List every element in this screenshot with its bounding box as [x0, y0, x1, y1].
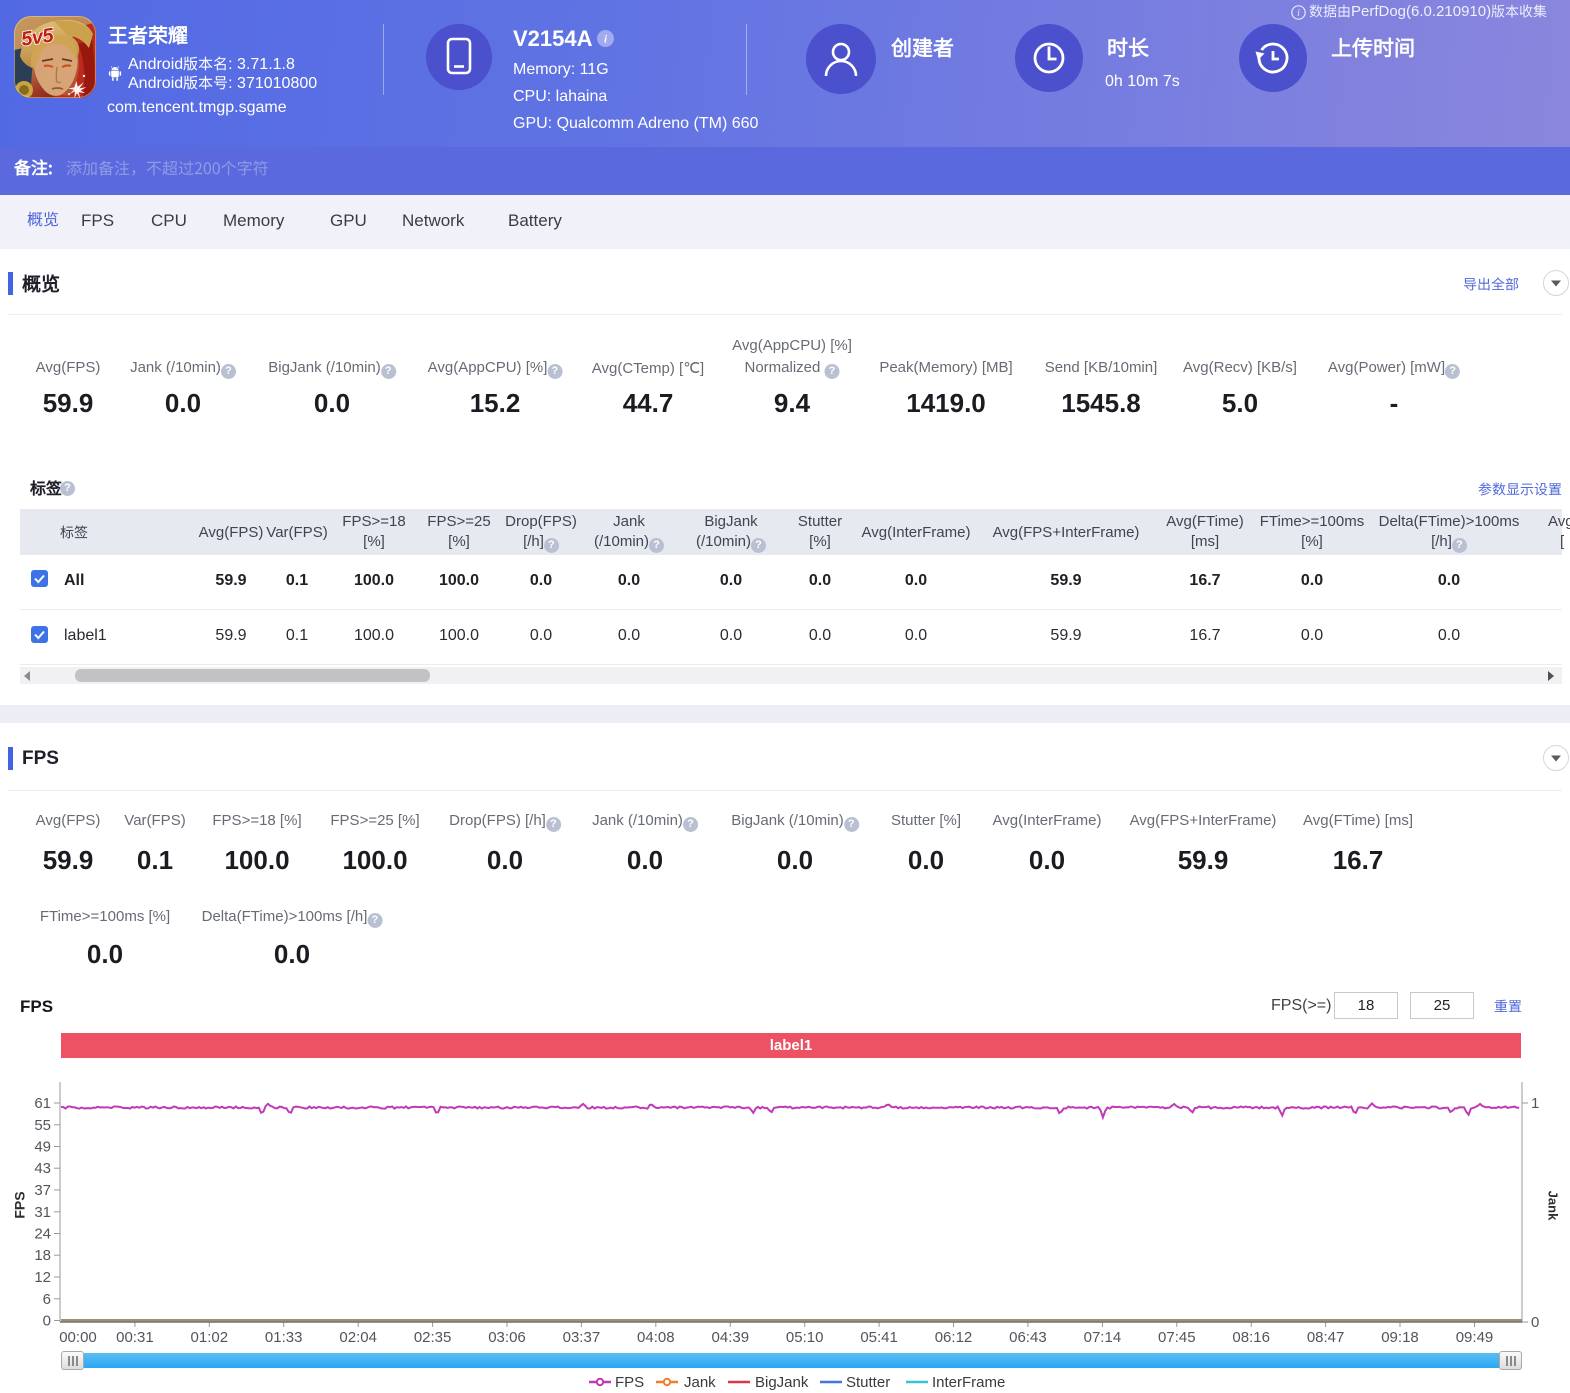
svg-text:31: 31 [34, 1204, 51, 1221]
svg-text:05:10: 05:10 [786, 1329, 824, 1346]
svg-text:05:41: 05:41 [860, 1329, 898, 1346]
svg-text:03:06: 03:06 [488, 1329, 526, 1346]
svg-text:04:39: 04:39 [712, 1329, 750, 1346]
svg-text:0: 0 [43, 1313, 51, 1330]
svg-text:43: 43 [34, 1160, 51, 1177]
svg-text:0: 0 [1531, 1314, 1539, 1331]
svg-text:04:08: 04:08 [637, 1329, 675, 1346]
svg-text:i: i [1297, 8, 1300, 19]
svg-text:06:12: 06:12 [935, 1329, 973, 1346]
svg-text:00:00: 00:00 [59, 1329, 97, 1346]
svg-text:08:16: 08:16 [1232, 1329, 1270, 1346]
svg-text:18: 18 [34, 1247, 51, 1264]
svg-text:37: 37 [34, 1182, 51, 1199]
svg-text:1: 1 [1531, 1095, 1539, 1112]
svg-text:49: 49 [34, 1139, 51, 1156]
svg-text:6: 6 [43, 1291, 51, 1308]
svg-text:06:43: 06:43 [1009, 1329, 1047, 1346]
svg-text:01:33: 01:33 [265, 1329, 303, 1346]
svg-text:61: 61 [34, 1095, 51, 1112]
svg-text:09:18: 09:18 [1381, 1329, 1419, 1346]
svg-text:03:37: 03:37 [563, 1329, 601, 1346]
svg-text:5v5: 5v5 [20, 24, 56, 50]
svg-text:02:35: 02:35 [414, 1329, 452, 1346]
svg-text:24: 24 [34, 1226, 51, 1243]
svg-text:07:45: 07:45 [1158, 1329, 1196, 1346]
svg-text:07:14: 07:14 [1084, 1329, 1122, 1346]
svg-text:01:02: 01:02 [191, 1329, 229, 1346]
svg-text:02:04: 02:04 [339, 1329, 377, 1346]
svg-text:12: 12 [34, 1269, 51, 1286]
svg-text:00:31: 00:31 [116, 1329, 154, 1346]
svg-text:08:47: 08:47 [1307, 1329, 1345, 1346]
svg-text:09:49: 09:49 [1456, 1329, 1494, 1346]
svg-text:55: 55 [34, 1117, 51, 1134]
